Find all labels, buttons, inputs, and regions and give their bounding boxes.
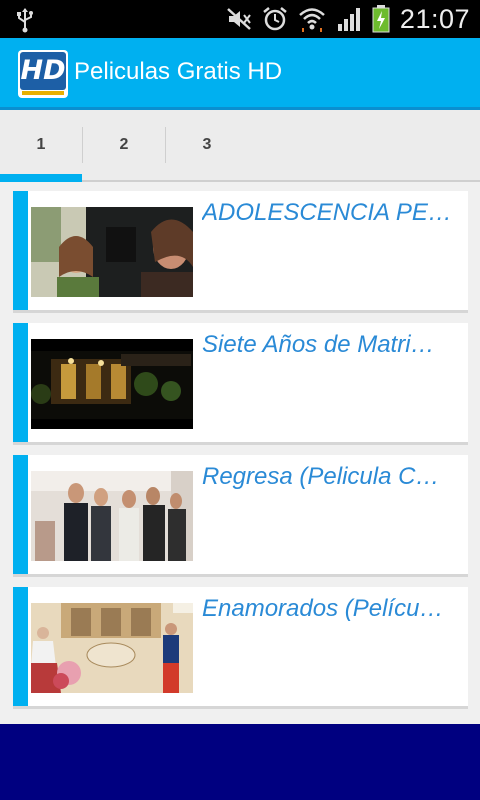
status-bar: 21:07 <box>0 0 480 38</box>
status-clock: 21:07 <box>399 3 470 34</box>
movie-title[interactable]: Siete Años de Matri… <box>202 331 460 359</box>
app-logo-strip <box>22 91 64 95</box>
usb-icon <box>17 8 33 33</box>
action-bar: HD Peliculas Gratis HD <box>0 38 480 110</box>
list-item[interactable]: Regresa (Pelicula C… <box>13 455 468 577</box>
tab-3[interactable]: 3 <box>166 110 248 180</box>
card-accent <box>13 455 28 574</box>
movie-thumbnail[interactable] <box>31 471 193 561</box>
battery-charging-icon <box>372 5 390 33</box>
page-tabs: 1 2 3 <box>0 110 480 182</box>
tab-label: 2 <box>119 136 129 153</box>
signal-icon <box>337 8 360 31</box>
card-accent <box>13 323 28 442</box>
card-accent <box>13 587 28 706</box>
tab-2[interactable]: 2 <box>83 110 165 180</box>
tab-label: 3 <box>202 136 212 153</box>
tab-label: 1 <box>36 136 46 153</box>
list-item[interactable]: ADOLESCENCIA PE… <box>13 191 468 313</box>
app-logo-text: HD <box>20 52 66 90</box>
list-item[interactable]: Enamorados (Pelícu… <box>13 587 468 709</box>
movie-list: ADOLESCENCIA PE… Siete Años de Matri… Re… <box>0 182 480 724</box>
tab-1[interactable]: 1 <box>0 110 82 182</box>
movie-title[interactable]: Regresa (Pelicula C… <box>202 463 460 491</box>
wifi-icon <box>299 8 325 32</box>
movie-thumbnail[interactable] <box>31 339 193 429</box>
movie-thumbnail[interactable] <box>31 207 193 297</box>
mute-icon <box>227 8 251 30</box>
list-item[interactable]: Siete Años de Matri… <box>13 323 468 445</box>
bottom-banner <box>0 724 480 800</box>
alarm-icon <box>263 7 287 31</box>
movie-title[interactable]: ADOLESCENCIA PE… <box>202 199 460 227</box>
app-logo-icon[interactable]: HD <box>18 50 68 98</box>
movie-title[interactable]: Enamorados (Pelícu… <box>202 595 460 623</box>
movie-thumbnail[interactable] <box>31 603 193 693</box>
card-accent <box>13 191 28 310</box>
app-title: Peliculas Gratis HD <box>74 58 283 85</box>
